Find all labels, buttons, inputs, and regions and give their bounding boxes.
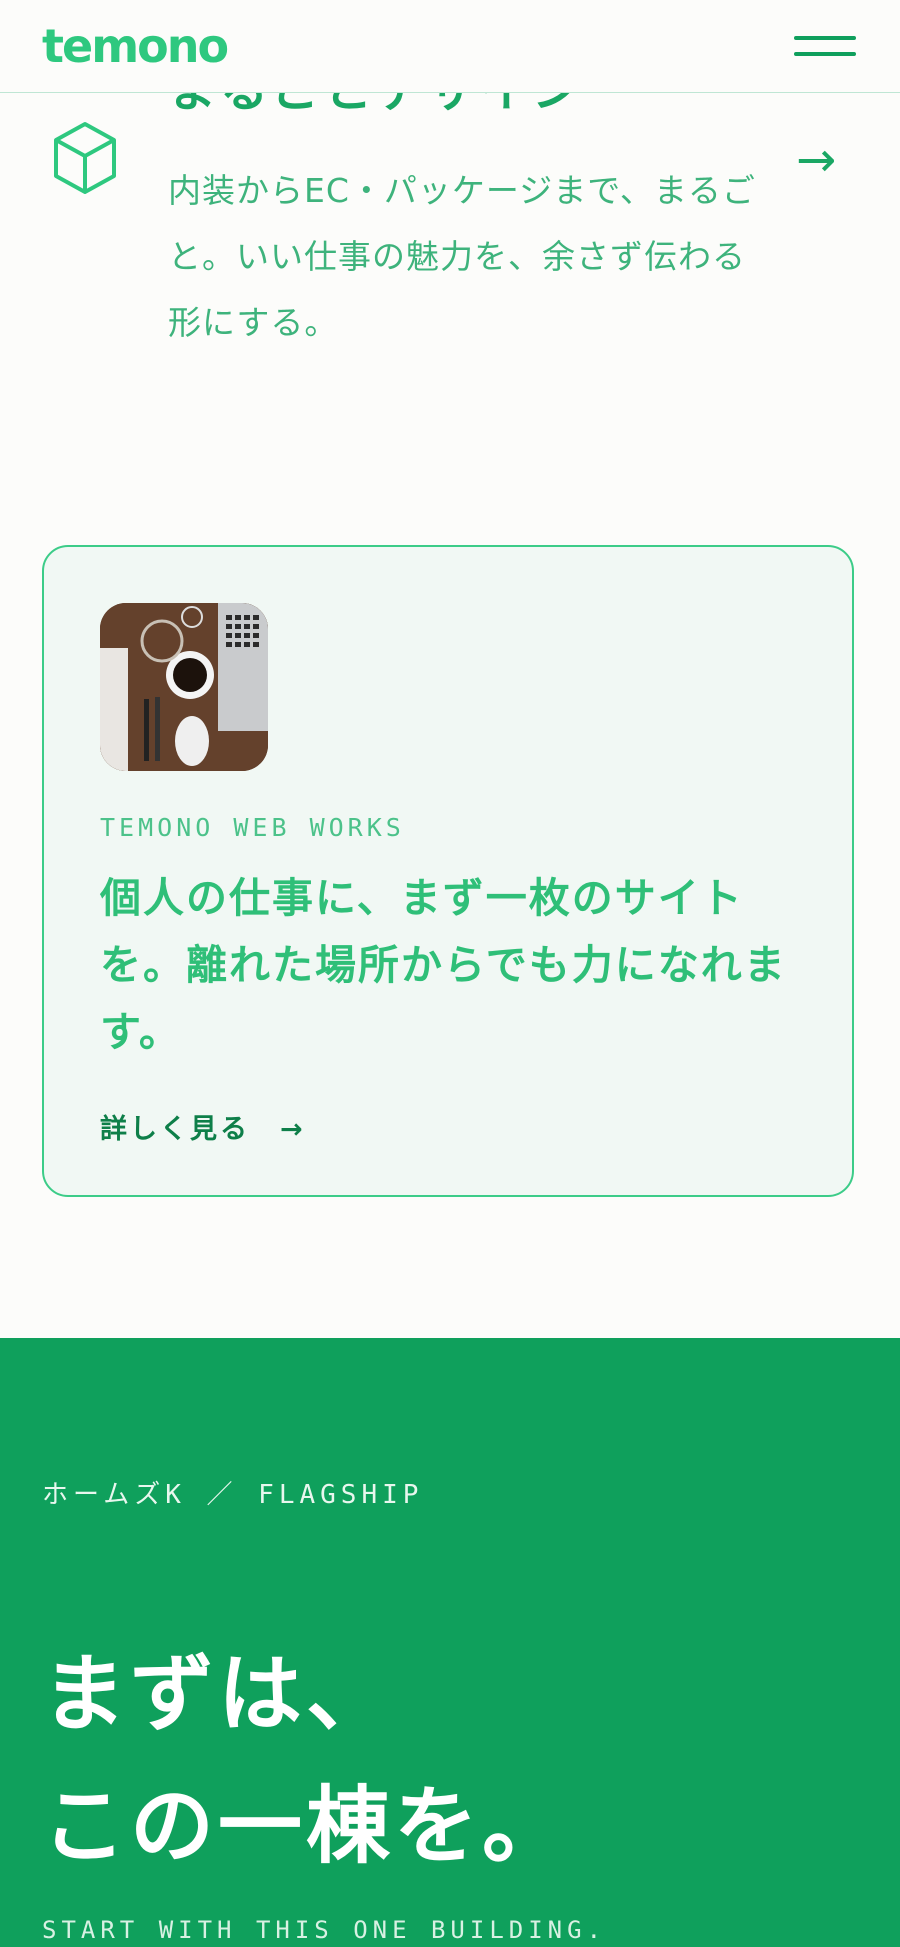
cube-icon bbox=[54, 122, 116, 194]
flagship-heading-line2: この一棟を。 bbox=[42, 1777, 571, 1875]
desk-photo-image bbox=[100, 603, 268, 771]
card-title: 個人の仕事に、まず一枚のサイトを。離れた場所からでも力になれます。 bbox=[100, 874, 787, 1056]
menu-line-bottom bbox=[794, 52, 856, 56]
desk-photo-illustration bbox=[100, 603, 268, 771]
web-works-card[interactable]: TEMONO WEB WORKS 個人の仕事に、まず一枚のサイトを。離れた場所か… bbox=[42, 545, 854, 1197]
hamburger-menu-icon[interactable] bbox=[790, 30, 860, 64]
flagship-heading: まずは、 この一棟を。 bbox=[42, 1628, 570, 1892]
see-more-link[interactable]: 詳しく見る → bbox=[100, 1107, 306, 1146]
service-description: 内装からEC・パッケージまで、まるごと。いい仕事の魅力を、余さず伝わる形にする。 bbox=[168, 171, 756, 342]
flagship-heading-line1: まずは、 bbox=[42, 1645, 395, 1743]
service-arrow-link[interactable]: → bbox=[796, 130, 836, 190]
flagship-section: ホームズK ／ FLAGSHIP まずは、 この一棟を。 START WITH … bbox=[0, 1338, 900, 1947]
flagship-subheading: START WITH THIS ONE BUILDING. bbox=[42, 1916, 607, 1944]
site-header: temono bbox=[0, 0, 900, 93]
site-logo[interactable]: temono bbox=[42, 16, 229, 76]
flagship-eyebrow: ホームズK ／ FLAGSHIP bbox=[42, 1480, 424, 1510]
menu-line-top bbox=[794, 36, 856, 40]
card-eyebrow: TEMONO WEB WORKS bbox=[100, 813, 405, 842]
